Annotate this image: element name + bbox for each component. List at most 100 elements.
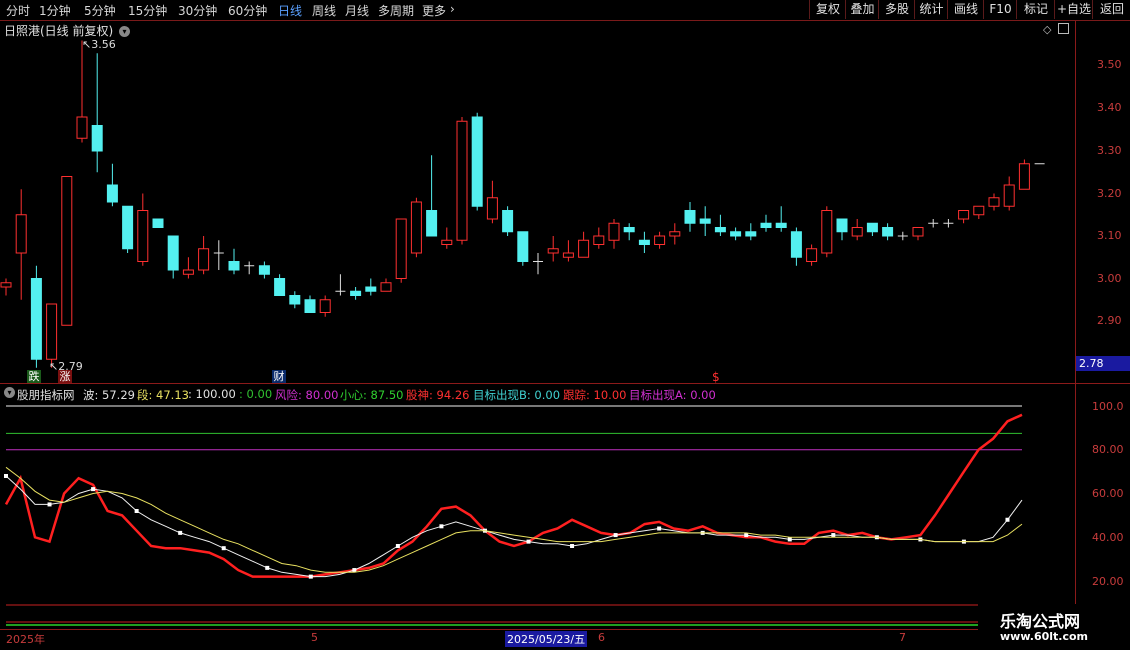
osc-tick-label: 80.00: [1092, 443, 1124, 456]
date-label-june: 6: [598, 631, 605, 644]
candle-up: [806, 248, 818, 262]
candle-up: [198, 248, 210, 271]
price-tick-label: 3.00: [1097, 272, 1122, 285]
candle-up: [912, 227, 924, 237]
period-tab-monthly[interactable]: 月线: [345, 2, 369, 19]
price-tick-label: 2.90: [1097, 314, 1122, 327]
add-watchlist-button[interactable]: +自选: [1054, 0, 1093, 19]
period-tab-60min[interactable]: 60分钟: [228, 2, 267, 19]
fuquan-button[interactable]: 复权: [809, 0, 846, 19]
candle-down: [122, 205, 134, 250]
f10-button[interactable]: F10: [983, 0, 1017, 19]
candle-down: [775, 222, 787, 228]
candle-up: [821, 210, 833, 254]
candle-up: [61, 176, 73, 326]
candle-up: [654, 235, 666, 245]
candle-up: [578, 239, 590, 258]
period-tab-5min[interactable]: 5分钟: [84, 2, 116, 19]
oscillator-series-line: [4, 413, 1023, 578]
candle-down: [882, 227, 894, 237]
candle-down: [426, 210, 438, 237]
candle-down: [866, 222, 878, 233]
candle-up: [46, 303, 58, 360]
candle-down: [258, 265, 270, 275]
oscillator-dot: [134, 509, 139, 513]
candle-down: [699, 218, 711, 224]
candle-up: [608, 222, 620, 241]
candle-up: [0, 282, 12, 288]
mark-button[interactable]: 标记: [1016, 0, 1055, 19]
stats-button[interactable]: 统计: [914, 0, 948, 19]
period-tab-daily[interactable]: 日线: [278, 2, 302, 19]
candle-down: [714, 227, 726, 233]
price-tick-label: 3.20: [1097, 187, 1122, 200]
osc-tick-label: 100.0: [1092, 400, 1124, 413]
back-button[interactable]: 返回: [1092, 0, 1130, 19]
candle-down: [289, 295, 301, 305]
oscillator-dot: [178, 530, 183, 535]
period-tab-fenshi[interactable]: 分时: [6, 2, 30, 19]
candle-up: [593, 235, 605, 245]
candle-up: [410, 201, 422, 254]
candle-down: [623, 227, 635, 233]
oscillator-dot: [831, 533, 836, 538]
candle-down: [106, 184, 118, 203]
price-tick-label: 3.30: [1097, 144, 1122, 157]
candle-up: [851, 227, 863, 237]
oscillator-series-line: [5, 466, 1023, 573]
period-tab-multi[interactable]: 多周期: [378, 2, 414, 19]
candle-up: [76, 116, 88, 139]
candle-up: [380, 282, 392, 292]
finance-marker[interactable]: 财: [272, 370, 286, 383]
candle-down: [517, 231, 529, 262]
oscillator-dot: [47, 502, 52, 507]
fall-marker[interactable]: 跌: [27, 370, 41, 383]
candle-down: [638, 239, 650, 245]
osc-tick-label: 40.00: [1092, 531, 1124, 544]
candle-down: [790, 231, 802, 258]
candle-down: [471, 116, 483, 207]
candle-down: [684, 210, 696, 224]
oscillator-dot: [570, 544, 575, 548]
date-axis-line: [0, 629, 1130, 630]
osc-tick-label: 60.00: [1092, 487, 1124, 500]
overlay-button[interactable]: 叠加: [845, 0, 879, 19]
period-tab-more[interactable]: 更多: [422, 2, 446, 19]
oscillator-dot: [613, 533, 618, 538]
candle-down: [152, 218, 164, 228]
candle-down: [30, 278, 42, 360]
period-tab-1min[interactable]: 1分钟: [39, 2, 71, 19]
multi-stock-button[interactable]: 多股: [878, 0, 915, 19]
high-price-label: ↖3.56: [82, 38, 116, 51]
date-label-july: 7: [899, 631, 906, 644]
date-label-may: 5: [311, 631, 318, 644]
current-price-badge: 2.78: [1076, 356, 1130, 371]
rise-marker[interactable]: 涨: [58, 370, 72, 383]
oscillator-dot: [308, 574, 313, 579]
candle-down: [228, 261, 240, 271]
oscillator-dot: [352, 568, 357, 573]
candle-down: [836, 218, 848, 233]
oscillator-dot: [395, 544, 400, 548]
watermark: 乐淘公式网 www.60lt.com: [978, 604, 1130, 650]
candle-up: [486, 197, 498, 220]
period-tab-weekly[interactable]: 周线: [312, 2, 336, 19]
pane-divider: [0, 383, 1130, 384]
candle-down: [760, 222, 772, 228]
candle-down: [730, 231, 742, 237]
candle-down: [91, 125, 103, 152]
draw-line-button[interactable]: 画线: [947, 0, 984, 19]
candle-up: [319, 299, 331, 313]
period-tab-30min[interactable]: 30分钟: [178, 2, 217, 19]
candle-up: [1003, 184, 1015, 207]
oscillator-dot: [744, 533, 749, 538]
candle-up: [547, 248, 559, 254]
period-tab-15min[interactable]: 15分钟: [128, 2, 167, 19]
candlestick-chart: [0, 40, 1045, 368]
candle-down: [274, 278, 286, 296]
candle-up: [958, 210, 970, 220]
oscillator-series-line: [5, 475, 1023, 578]
oscillator-dot: [221, 546, 226, 551]
dollar-marker[interactable]: $: [712, 370, 720, 384]
candle-up: [1018, 163, 1030, 190]
